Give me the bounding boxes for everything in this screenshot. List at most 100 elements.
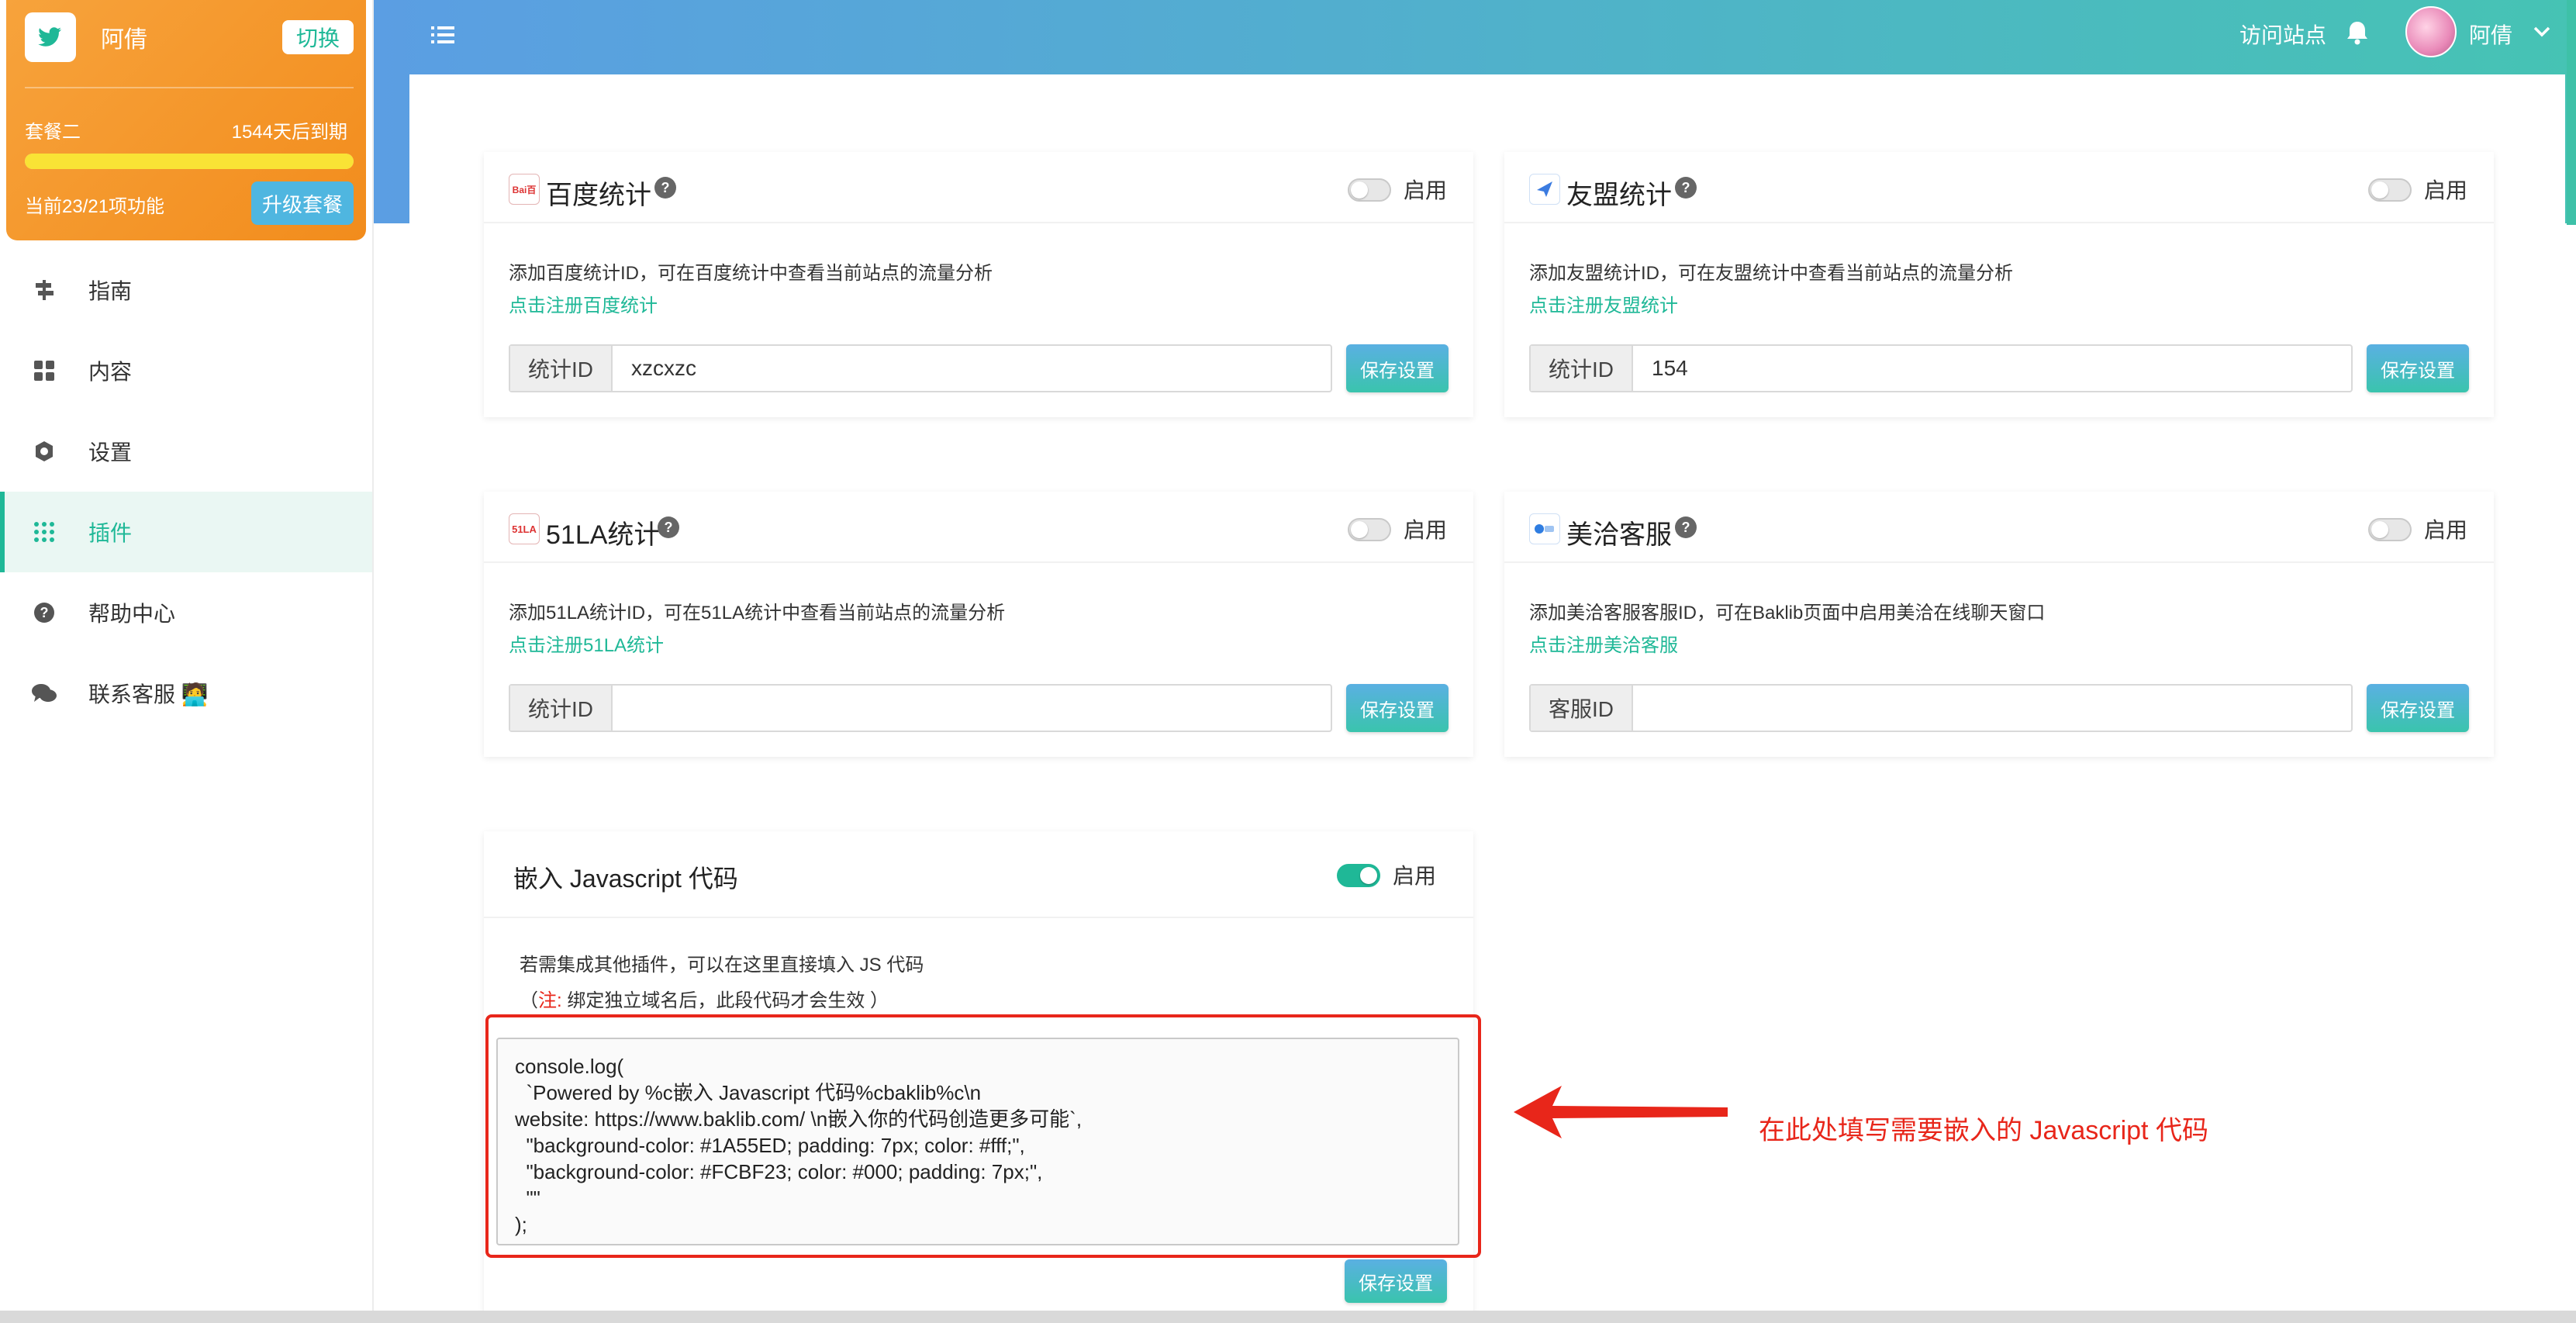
register-link[interactable]: 点击注册友盟统计	[1529, 290, 1678, 317]
apps-icon	[31, 519, 57, 545]
service-id-input[interactable]	[1633, 686, 2351, 731]
card-description: 添加51LA统计ID，可在51LA统计中查看当前站点的流量分析	[509, 603, 1006, 624]
plugin-card-51la: 51LA 51LA统计 ? 启用 添加51LA统计ID，可在51LA统计中查看当…	[484, 492, 1473, 757]
question-circle-icon[interactable]: ?	[1673, 515, 1698, 540]
toggle-knob	[2371, 521, 2388, 538]
toggle-knob	[2371, 181, 2388, 199]
baidu-logo-icon: Bai百	[509, 174, 540, 205]
sidebar-item-label: 联系客服 🧑‍💻	[88, 682, 209, 706]
sidebar-item-label: 帮助中心	[88, 602, 176, 626]
sidebar-item-settings[interactable]: 设置	[0, 411, 372, 492]
id-input-group: 统计ID 154	[1529, 344, 2353, 392]
stat-id-input[interactable]: xzcxzc	[613, 346, 1331, 391]
avatar[interactable]	[2405, 6, 2457, 57]
card-title: 百度统计	[546, 181, 651, 210]
save-button[interactable]: 保存设置	[2367, 344, 2469, 392]
highlight-frame	[485, 1014, 1481, 1258]
enable-toggle[interactable]	[1348, 518, 1391, 541]
sidebar-item-label: 内容	[88, 360, 133, 384]
plan-divider	[25, 87, 354, 88]
save-button[interactable]: 保存设置	[2367, 684, 2469, 732]
enable-toggle[interactable]	[1348, 178, 1391, 202]
card-description: 添加百度统计ID，可在百度统计中查看当前站点的流量分析	[509, 263, 993, 284]
svg-text:?: ?	[661, 180, 670, 195]
plan-card: 阿倩 切换 套餐二 1544天后到期 当前23/21项功能 升级套餐	[6, 0, 366, 240]
svg-text:?: ?	[665, 520, 673, 535]
plan-title: 套餐二	[25, 122, 81, 143]
annotation-text: 在此处填写需要嵌入的 Javascript 代码	[1759, 1116, 2208, 1145]
arrow-left-icon	[1514, 1086, 1728, 1138]
save-button[interactable]: 保存设置	[1345, 1259, 1447, 1303]
sidebar-item-content[interactable]: 内容	[0, 330, 372, 411]
svg-text:?: ?	[1682, 520, 1690, 535]
sidebar-item-contact[interactable]: 联系客服 🧑‍💻	[0, 653, 372, 734]
top-bar: 访问站点 阿倩	[374, 0, 2576, 71]
sidebar-item-label: 设置	[88, 440, 133, 465]
scroll-edge	[2567, 0, 2576, 225]
chat-icon	[31, 680, 57, 706]
toggle-label: 启用	[2424, 178, 2468, 202]
sidebar-item-plugins[interactable]: 插件	[0, 492, 372, 572]
toggle-knob	[1360, 867, 1377, 884]
bird-logo-icon	[25, 12, 76, 62]
save-button[interactable]: 保存设置	[1346, 344, 1449, 392]
umeng-logo-icon	[1529, 174, 1560, 205]
note-open: （	[520, 990, 538, 1011]
window-bottom-edge	[0, 1311, 2576, 1323]
save-button[interactable]: 保存设置	[1346, 684, 1449, 732]
svg-text:?: ?	[40, 605, 49, 620]
grid-icon	[31, 358, 57, 384]
card-title: 美洽客服	[1566, 520, 1672, 550]
enable-toggle[interactable]	[2368, 518, 2412, 541]
question-circle-icon[interactable]: ?	[656, 515, 681, 540]
sidebar-nav: 指南 内容 设置 插件 ? 帮助中心	[0, 250, 372, 734]
chevron-down-icon[interactable]	[2531, 20, 2553, 42]
toggle-knob	[1351, 181, 1368, 199]
id-input-group: 客服ID	[1529, 684, 2353, 732]
help-icon: ?	[31, 599, 57, 626]
svg-text:?: ?	[1682, 180, 1690, 195]
card-header: 友盟统计 ? 启用	[1504, 152, 2494, 223]
id-input-group: 统计ID	[509, 684, 1332, 732]
input-addon-label: 统计ID	[1531, 346, 1633, 391]
register-link[interactable]: 点击注册百度统计	[509, 290, 658, 317]
sidebar-item-help[interactable]: ? 帮助中心	[0, 572, 372, 653]
register-link[interactable]: 点击注册美洽客服	[1529, 630, 1678, 657]
question-circle-icon[interactable]: ?	[653, 175, 678, 200]
card-title: 51LA统计	[546, 520, 661, 550]
plugin-card-umeng: 友盟统计 ? 启用 添加友盟统计ID，可在友盟统计中查看当前站点的流量分析 点击…	[1504, 152, 2494, 417]
card-note: （注: 绑定独立域名后，此段代码才会生效 ）	[520, 985, 889, 1012]
card-description: 若需集成其他插件，可以在这里直接填入 JS 代码	[520, 955, 924, 976]
card-title: 友盟统计	[1566, 181, 1672, 210]
sidebar-item-label: 插件	[88, 521, 133, 545]
enable-toggle[interactable]	[1337, 864, 1380, 887]
register-link[interactable]: 点击注册51LA统计	[509, 630, 664, 657]
question-circle-icon[interactable]: ?	[1673, 175, 1698, 200]
toggle-label: 启用	[1404, 518, 1448, 542]
plugin-card-meiqia: 美洽客服 ? 启用 添加美洽客服客服ID，可在Baklib页面中启用美洽在线聊天…	[1504, 492, 2494, 757]
toggle-knob	[1351, 521, 1368, 538]
toggle-label: 启用	[1404, 178, 1448, 202]
card-header: 51LA 51LA统计 ? 启用	[484, 492, 1473, 563]
note-text: 绑定独立域名后，此段代码才会生效 ）	[561, 990, 889, 1011]
card-header: 嵌入 Javascript 代码 启用	[484, 831, 1473, 918]
meiqia-logo-icon	[1529, 513, 1560, 544]
menu-toggle-icon[interactable]	[430, 22, 456, 48]
card-description: 添加友盟统计ID，可在友盟统计中查看当前站点的流量分析	[1529, 263, 2013, 284]
user-name[interactable]: 阿倩	[2469, 19, 2512, 50]
card-header: Bai百 百度统计 ? 启用	[484, 152, 1473, 223]
visit-site-link[interactable]: 访问站点	[2239, 19, 2326, 50]
input-addon-label: 统计ID	[510, 346, 613, 391]
stat-id-input[interactable]: 154	[1633, 346, 2351, 391]
id-input-group: 统计ID xzcxzc	[509, 344, 1332, 392]
input-addon-label: 统计ID	[510, 686, 613, 731]
stat-id-input[interactable]	[613, 686, 1331, 731]
bell-icon[interactable]	[2342, 17, 2373, 48]
note-label: 注:	[538, 990, 562, 1011]
card-description: 添加美洽客服客服ID，可在Baklib页面中启用美洽在线聊天窗口	[1529, 603, 2046, 624]
upgrade-button[interactable]: 升级套餐	[251, 181, 354, 225]
plan-account-name: 阿倩	[101, 27, 147, 53]
switch-button[interactable]: 切换	[282, 20, 354, 54]
sidebar-item-guide[interactable]: 指南	[0, 250, 372, 330]
enable-toggle[interactable]	[2368, 178, 2412, 202]
